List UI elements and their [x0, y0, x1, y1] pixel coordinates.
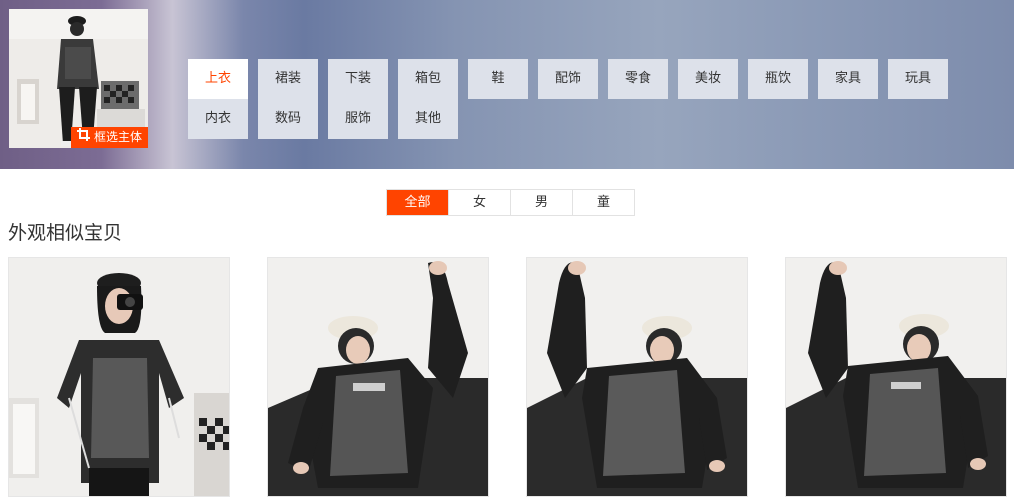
crop-subject-label: 框选主体 [93, 130, 142, 144]
category-tab-furniture[interactable]: 家具 [818, 59, 878, 99]
search-banner: 框选主体 上衣 裙装 下装 箱包 鞋 配饰 零食 美妆 瓶饮 家具 玩具 内衣 … [0, 0, 1014, 169]
category-tab-accessories[interactable]: 配饰 [538, 59, 598, 99]
crop-subject-button[interactable]: 框选主体 [70, 127, 148, 148]
product-image [527, 258, 747, 496]
result-item[interactable] [267, 257, 489, 497]
result-item[interactable] [785, 257, 1007, 497]
filter-all[interactable]: 全部 [387, 190, 448, 215]
category-tab-apparel[interactable]: 服饰 [328, 99, 388, 139]
category-tab-bottoms[interactable]: 下装 [328, 59, 388, 99]
filter-male[interactable]: 男 [510, 190, 572, 215]
category-tab-shoes[interactable]: 鞋 [468, 59, 528, 99]
category-tab-snacks[interactable]: 零食 [608, 59, 668, 99]
product-image [786, 258, 1006, 496]
category-tab-bags[interactable]: 箱包 [398, 59, 458, 99]
category-tab-digital[interactable]: 数码 [258, 99, 318, 139]
filter-female[interactable]: 女 [448, 190, 510, 215]
category-tab-toys[interactable]: 玩具 [888, 59, 948, 99]
query-image-thumbnail[interactable]: 框选主体 [9, 9, 148, 148]
result-item[interactable] [8, 257, 230, 497]
category-tab-bottled-drinks[interactable]: 瓶饮 [748, 59, 808, 99]
category-tab-cosmetics[interactable]: 美妆 [678, 59, 738, 99]
category-tab-skirts[interactable]: 裙装 [258, 59, 318, 99]
gender-filter-bar: 全部 女 男 童 [386, 189, 635, 216]
result-item[interactable] [526, 257, 748, 497]
category-tab-tops[interactable]: 上衣 [188, 59, 248, 99]
crop-icon [76, 127, 90, 148]
product-image [268, 258, 488, 496]
category-tab-underwear[interactable]: 内衣 [188, 99, 248, 139]
product-image [9, 258, 229, 496]
section-title: 外观相似宝贝 [8, 222, 123, 244]
filter-children[interactable]: 童 [572, 190, 634, 215]
category-tab-other[interactable]: 其他 [398, 99, 458, 139]
